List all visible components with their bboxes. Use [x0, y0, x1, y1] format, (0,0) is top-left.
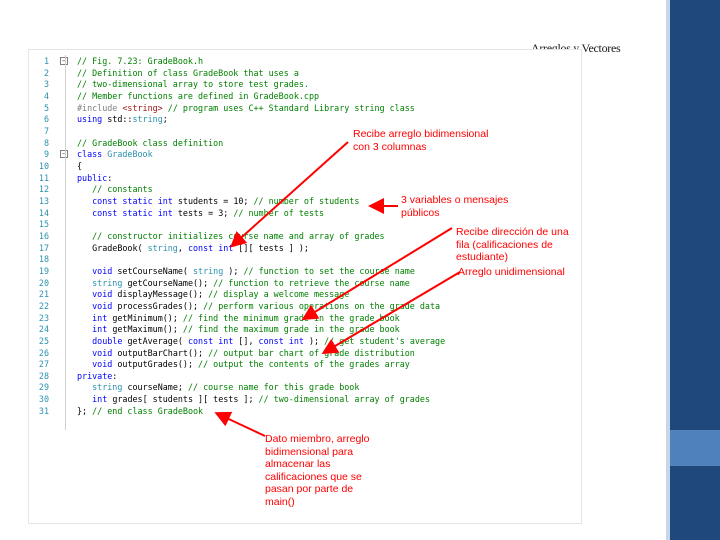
annotation-line: con 3 columnas — [353, 140, 427, 153]
annotation-line: Dato miembro, arreglo — [265, 433, 370, 445]
arrow-data-member — [214, 411, 266, 437]
annotation-line: Recibe dirección de una — [456, 226, 569, 238]
annotation-line: estudiante) — [456, 251, 508, 263]
annotation-row-address: Recibe dirección de una fila (calificaci… — [456, 226, 569, 264]
annotation-line: almacenar las — [265, 458, 331, 470]
annotation-public-vars: 3 variables o mensajes públicos — [401, 194, 508, 219]
annotation-line: bidimensional para — [265, 445, 354, 458]
annotation-line: main() — [265, 495, 295, 508]
annotation-line: Recibe arreglo bidimensional — [353, 128, 489, 140]
annotation-line: pasan por parte de — [265, 483, 354, 495]
arrow-unidim — [321, 271, 461, 355]
annotation-line: fila (calificaciones de — [456, 238, 553, 251]
annotation-line: Arreglo unidimensional — [458, 266, 565, 278]
arrow-row-address — [301, 227, 453, 321]
annotation-line: públicos — [401, 206, 440, 219]
arrow-bidim-param — [230, 141, 349, 248]
annotation-line: 3 variables o mensajes — [401, 194, 509, 206]
annotation-bidim-param: Recibe arreglo bidimensional con 3 colum… — [353, 128, 488, 153]
annotation-line: calificaciones que se — [265, 470, 362, 483]
annotation-unidim: Arreglo unidimensional — [458, 266, 565, 279]
annotation-data-member: Dato miembro, arreglo bidimensional para… — [265, 433, 369, 508]
slide: Arreglos y Vectores 1−// Fig. 7.23: Grad… — [0, 0, 720, 540]
